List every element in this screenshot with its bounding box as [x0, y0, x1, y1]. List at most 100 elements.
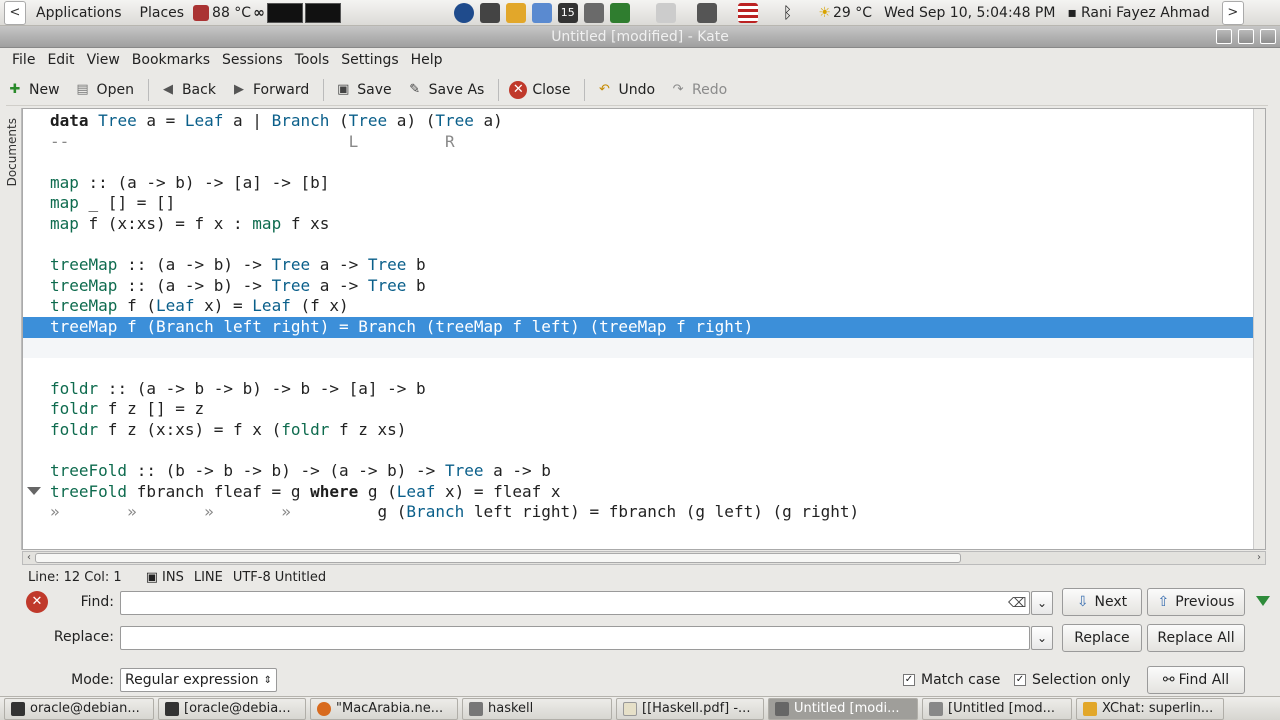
code-line[interactable]: foldr f z [] = z	[23, 399, 1263, 420]
code-line[interactable]: » » » » g (Branch left right) = fbranch …	[23, 502, 1263, 523]
selection-only-option[interactable]: ✓ Selection only	[1014, 672, 1131, 688]
task-pdf-viewer[interactable]: [[Haskell.pdf] -...	[616, 697, 764, 720]
code-line[interactable]: treeMap :: (a -> b) -> Tree a -> Tree b	[23, 255, 1263, 276]
task-kate-active[interactable]: Untitled [modi...	[768, 697, 918, 720]
find-input[interactable]	[120, 591, 1030, 615]
chat-icon: ▪	[1067, 4, 1077, 21]
clock[interactable]: Wed Sep 10, 5:04:48 PM	[884, 5, 1055, 21]
mode-select[interactable]: Regular expression ⇕	[120, 668, 277, 692]
back-button[interactable]: ◀ Back	[159, 81, 216, 99]
menu-sessions[interactable]: Sessions	[222, 52, 283, 68]
code-line[interactable]	[23, 358, 1263, 379]
expand-search-icon[interactable]	[1256, 596, 1270, 606]
open-button[interactable]: ▤ Open	[74, 81, 134, 99]
screen-icon[interactable]	[609, 2, 630, 23]
new-button[interactable]: ✚ New	[6, 81, 60, 99]
code-line[interactable]: treeFold :: (b -> b -> b) -> (a -> b) ->…	[23, 461, 1263, 482]
code-line[interactable]: map _ [] = []	[23, 193, 1263, 214]
code-lines[interactable]: data Tree a = Leaf a | Branch (Tree a) (…	[23, 111, 1263, 523]
insert-mode[interactable]: INS	[162, 570, 184, 585]
code-line[interactable]: map :: (a -> b) -> [a] -> [b]	[23, 173, 1263, 194]
code-editor[interactable]: data Tree a = Leaf a | Branch (Tree a) (…	[22, 108, 1266, 550]
task-kate-2[interactable]: [Untitled [mod...	[922, 697, 1072, 720]
menu-file[interactable]: File	[12, 52, 35, 68]
clear-find-icon[interactable]: ⌫	[1008, 596, 1026, 611]
bluetooth-icon[interactable]: ᛒ	[783, 3, 793, 22]
selection-mode[interactable]: LINE	[194, 570, 223, 585]
menu-bookmarks[interactable]: Bookmarks	[132, 52, 210, 68]
us-flag-icon[interactable]	[737, 2, 758, 23]
replace-label: Replace:	[53, 629, 114, 645]
applications-menu[interactable]: Applications	[36, 5, 122, 21]
task-folder[interactable]: haskell	[462, 697, 612, 720]
weather-temperature[interactable]: 29 °C	[833, 5, 872, 21]
find-history-dropdown[interactable]: ⌄	[1031, 591, 1053, 615]
tools-icon[interactable]	[505, 2, 526, 23]
forward-button[interactable]: ▶ Forward	[230, 81, 309, 99]
mail-icon[interactable]	[655, 2, 676, 23]
globe-icon[interactable]	[453, 2, 474, 23]
menu-view[interactable]: View	[87, 52, 120, 68]
vertical-scrollbar[interactable]	[1253, 109, 1265, 549]
code-line[interactable]	[23, 235, 1263, 256]
replace-input[interactable]	[120, 626, 1030, 650]
usb-icon[interactable]	[583, 2, 604, 23]
network-icon[interactable]	[531, 2, 552, 23]
previous-button[interactable]: ⇧ Previous	[1147, 588, 1245, 616]
code-line[interactable]: map f (x:xs) = f x : map f xs	[23, 214, 1263, 235]
horizontal-scrollbar[interactable]: ‹ ›	[22, 551, 1266, 565]
close-circle-icon: ✕	[509, 80, 528, 99]
replace-history-dropdown[interactable]: ⌄	[1031, 626, 1053, 650]
code-line[interactable]: foldr :: (a -> b -> b) -> b -> [a] -> b	[23, 379, 1263, 400]
find-all-button[interactable]: ⚯ Find All	[1147, 666, 1245, 694]
scroll-right-arrow-icon[interactable]: ›	[1253, 552, 1265, 564]
selection-only-checkbox[interactable]: ✓	[1014, 674, 1026, 686]
panel-left-arrow-icon[interactable]: <	[4, 0, 26, 25]
redo-button[interactable]: ↷ Redo	[669, 81, 728, 99]
code-line[interactable]: data Tree a = Leaf a | Branch (Tree a) (…	[23, 111, 1263, 132]
menu-help[interactable]: Help	[411, 52, 443, 68]
current-line[interactable]	[23, 337, 1263, 359]
replace-button[interactable]: Replace	[1062, 624, 1142, 652]
close-window-button[interactable]	[1260, 29, 1276, 44]
terminal-icon[interactable]	[479, 2, 500, 23]
task-firefox[interactable]: "MacArabia.ne...	[310, 697, 458, 720]
fold-marker-icon[interactable]	[27, 487, 41, 495]
status-bar: Line: 12 Col: 1 ▣ INS LINE UTF-8 Untitle…	[28, 567, 336, 587]
minimize-button[interactable]	[1216, 29, 1232, 44]
user-name[interactable]: Rani Fayez Ahmad	[1081, 5, 1210, 21]
maximize-button[interactable]	[1238, 29, 1254, 44]
horizontal-scroll-thumb[interactable]	[35, 553, 961, 563]
undo-button[interactable]: ↶ Undo	[595, 81, 655, 99]
save-button[interactable]: ▣ Save	[334, 81, 392, 99]
match-case-option[interactable]: ✓ Match case	[903, 672, 1000, 688]
documents-side-tab[interactable]: Documents	[4, 108, 22, 550]
selected-code-line[interactable]: treeMap f (Branch left right) = Branch (…	[23, 316, 1263, 338]
code-line[interactable]	[23, 152, 1263, 173]
code-line[interactable]: treeMap :: (a -> b) -> Tree a -> Tree b	[23, 276, 1263, 297]
code-line[interactable]	[23, 441, 1263, 462]
code-line[interactable]: -- L R	[23, 132, 1263, 153]
close-search-icon[interactable]: ✕	[26, 591, 48, 613]
places-menu[interactable]: Places	[140, 5, 185, 21]
clipboard-icon[interactable]	[696, 2, 717, 23]
calendar-icon[interactable]: 15	[557, 2, 578, 23]
panel-right-arrow-icon[interactable]: >	[1221, 0, 1244, 25]
save-as-button[interactable]: ✎ Save As	[406, 81, 484, 99]
menu-edit[interactable]: Edit	[47, 52, 74, 68]
scroll-left-arrow-icon[interactable]: ‹	[23, 552, 35, 564]
close-button[interactable]: ✕ Close	[509, 80, 570, 99]
back-label: Back	[181, 81, 216, 98]
task-xchat[interactable]: XChat: superlin...	[1076, 697, 1224, 720]
menu-tools[interactable]: Tools	[295, 52, 330, 68]
replace-all-button[interactable]: Replace All	[1147, 624, 1245, 652]
next-button[interactable]: ⇩ Next	[1062, 588, 1142, 616]
forward-arrow-icon: ▶	[233, 82, 244, 97]
code-line[interactable]: treeFold fbranch fleaf = g where g (Leaf…	[23, 482, 1263, 503]
match-case-checkbox[interactable]: ✓	[903, 674, 915, 686]
task-terminal-2[interactable]: [oracle@debia...	[158, 697, 306, 720]
menu-settings[interactable]: Settings	[341, 52, 398, 68]
code-line[interactable]: treeMap f (Leaf x) = Leaf (f x)	[23, 296, 1263, 317]
code-line[interactable]: foldr f z (x:xs) = f x (foldr f z xs)	[23, 420, 1263, 441]
task-terminal-1[interactable]: oracle@debian...	[4, 697, 154, 720]
